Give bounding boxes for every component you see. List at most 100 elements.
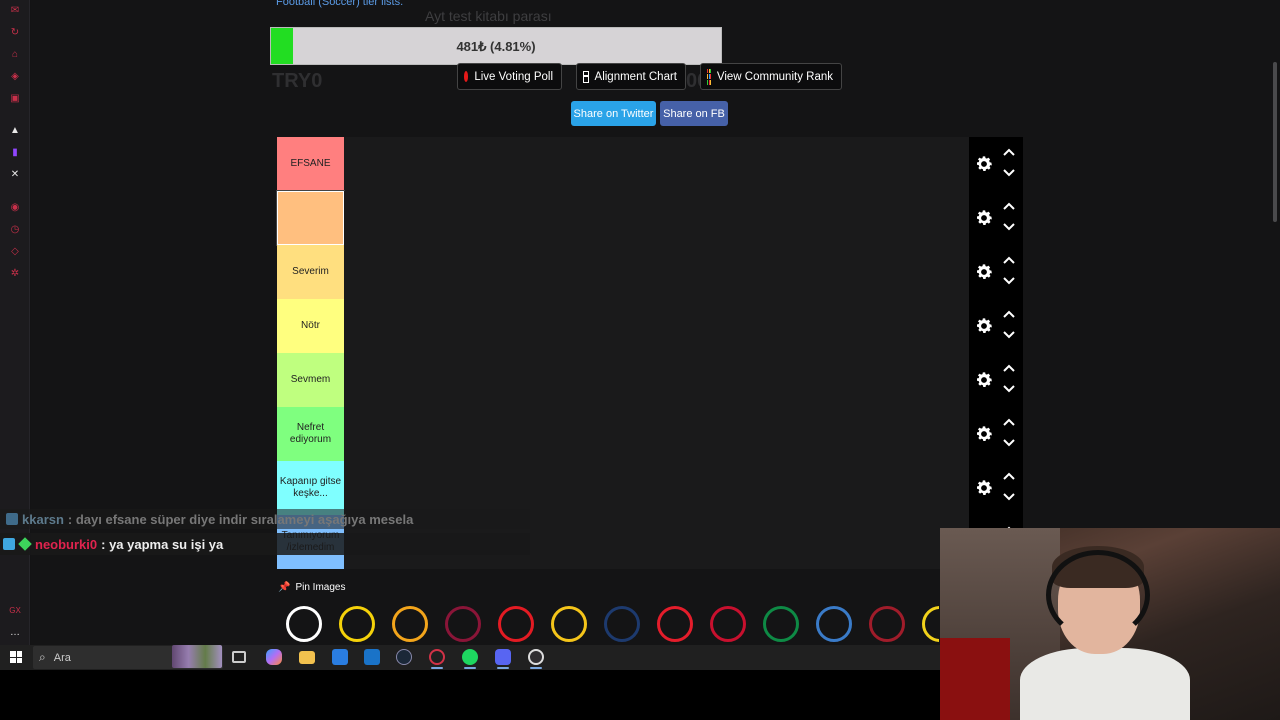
live-voting-poll-button[interactable]: Live Voting Poll (457, 63, 562, 90)
spotify-icon[interactable] (462, 649, 478, 665)
windows-start-icon[interactable] (10, 651, 22, 663)
tier-drop-zone[interactable] (344, 299, 969, 353)
obs-icon[interactable] (528, 649, 544, 665)
copilot-icon[interactable] (266, 649, 282, 665)
gear-icon[interactable] (974, 154, 994, 174)
tier-controls (969, 245, 1023, 299)
twitch-icon[interactable]: ▮ (8, 146, 22, 160)
tier-label[interactable]: Nefret ediyorum (277, 407, 344, 461)
search-icon: ⌕ (39, 650, 46, 664)
opera-gx-icon[interactable] (429, 649, 445, 665)
x-icon[interactable]: ✕ (8, 168, 22, 182)
lock-icon[interactable]: ⌂ (8, 48, 22, 62)
donation-title: Ayt test kitabı parası (425, 8, 552, 24)
tier-drop-zone[interactable] (344, 245, 969, 299)
news-icon[interactable]: ▣ (8, 92, 22, 106)
chevron-up-icon[interactable] (1002, 254, 1016, 266)
chat-badge-icon (3, 538, 15, 550)
store-icon[interactable] (332, 649, 348, 665)
logo-badge (709, 605, 746, 642)
chevron-down-icon[interactable] (1002, 275, 1016, 287)
chevron-down-icon[interactable] (1002, 437, 1016, 449)
mosaic-icon (707, 68, 711, 85)
tier-drop-zone[interactable] (344, 461, 969, 515)
tier-label[interactable] (276, 190, 345, 246)
gear-icon[interactable] (974, 262, 994, 282)
istanbulspor-logo[interactable] (542, 602, 595, 645)
shield-icon[interactable]: ◈ (8, 70, 22, 84)
share-facebook-button[interactable]: Share on FB (660, 101, 728, 126)
mail-icon[interactable]: ✉ (8, 4, 22, 18)
antalyaspor-logo[interactable] (489, 602, 542, 645)
tier-row: Kapanıp gitse keşke... (277, 461, 1023, 515)
discord-icon[interactable] (495, 649, 511, 665)
chevron-down-icon[interactable] (1002, 329, 1016, 341)
pin-images-toggle[interactable]: 📌 Pin Images (278, 582, 345, 593)
gear-icon[interactable] (974, 370, 994, 390)
samsunspor-logo[interactable] (648, 602, 701, 645)
image-pool (277, 602, 939, 645)
galatasaray-logo[interactable] (383, 602, 436, 645)
chevron-down-icon[interactable] (1002, 167, 1016, 179)
tier-label[interactable]: Sevmem (277, 353, 344, 407)
task-view-icon[interactable] (232, 651, 246, 663)
tier-drop-zone[interactable] (344, 353, 969, 407)
record-icon (464, 71, 469, 82)
chevron-up-icon[interactable] (1002, 146, 1016, 158)
chevron-up-icon[interactable] (1002, 308, 1016, 320)
rizespor-logo[interactable] (754, 602, 807, 645)
more-icon[interactable]: … (8, 626, 22, 640)
page-scrollbar[interactable] (1271, 0, 1280, 528)
steam-icon[interactable] (396, 649, 412, 665)
donation-progress-text: 481₺ (4.81%) (456, 39, 536, 54)
ankaragucu-logo[interactable] (913, 602, 939, 645)
tier-drop-zone[interactable] (344, 407, 969, 461)
logo-badge (603, 605, 640, 642)
share-twitter-button[interactable]: Share on Twitter (571, 101, 656, 126)
player-icon[interactable]: ◉ (8, 201, 22, 215)
cube-icon[interactable]: ◇ (8, 245, 22, 259)
basaksehir-logo[interactable] (595, 602, 648, 645)
tier-label[interactable]: Kapanıp gitse keşke... (277, 461, 344, 515)
chevron-up-icon[interactable] (1002, 362, 1016, 374)
tier-label[interactable]: Severim (277, 245, 344, 299)
refresh-icon[interactable]: ↻ (8, 26, 22, 40)
karagumruk-logo[interactable] (701, 602, 754, 645)
scrollbar-thumb[interactable] (1273, 62, 1277, 222)
history-icon[interactable]: ◷ (8, 223, 22, 237)
file-explorer-icon[interactable] (299, 651, 315, 664)
active-indicator (497, 667, 509, 669)
adana-demirspor-logo[interactable] (807, 602, 860, 645)
webcam-person-body (1020, 648, 1190, 720)
active-indicator (431, 667, 443, 669)
hatayspor-logo[interactable] (860, 602, 913, 645)
gear-icon[interactable] (974, 424, 994, 444)
view-community-rank-button[interactable]: View Community Rank (700, 63, 842, 90)
outlook-icon[interactable] (364, 649, 380, 665)
tier-label[interactable]: Nötr (277, 299, 344, 353)
gear-icon[interactable] (974, 208, 994, 228)
chevron-up-icon[interactable] (1002, 470, 1016, 482)
alignment-chart-label: Alignment Chart (594, 70, 677, 83)
chat-text: : ya yapma su işi ya (101, 536, 224, 552)
tier-list-link[interactable]: Football (Soccer) tier lists. (276, 0, 403, 8)
tier-label[interactable]: EFSANE (277, 137, 344, 191)
chevron-up-icon[interactable] (1002, 416, 1016, 428)
active-indicator (464, 667, 476, 669)
gear-icon[interactable] (974, 478, 994, 498)
gx-icon[interactable]: GX (8, 604, 22, 618)
tier-drop-zone[interactable] (344, 191, 969, 245)
chevron-up-icon[interactable] (1002, 200, 1016, 212)
arc-icon[interactable]: ▲ (8, 124, 22, 138)
tier-row: EFSANE (277, 137, 1023, 191)
besiktas-logo[interactable] (277, 602, 330, 645)
chevron-down-icon[interactable] (1002, 221, 1016, 233)
chevron-down-icon[interactable] (1002, 383, 1016, 395)
trabzonspor-logo[interactable] (436, 602, 489, 645)
alignment-chart-button[interactable]: Alignment Chart (576, 63, 686, 90)
fenerbahce-logo[interactable] (330, 602, 383, 645)
chevron-down-icon[interactable] (1002, 491, 1016, 503)
settings-icon[interactable]: ✲ (8, 267, 22, 281)
gear-icon[interactable] (974, 316, 994, 336)
tier-drop-zone[interactable] (344, 137, 969, 191)
